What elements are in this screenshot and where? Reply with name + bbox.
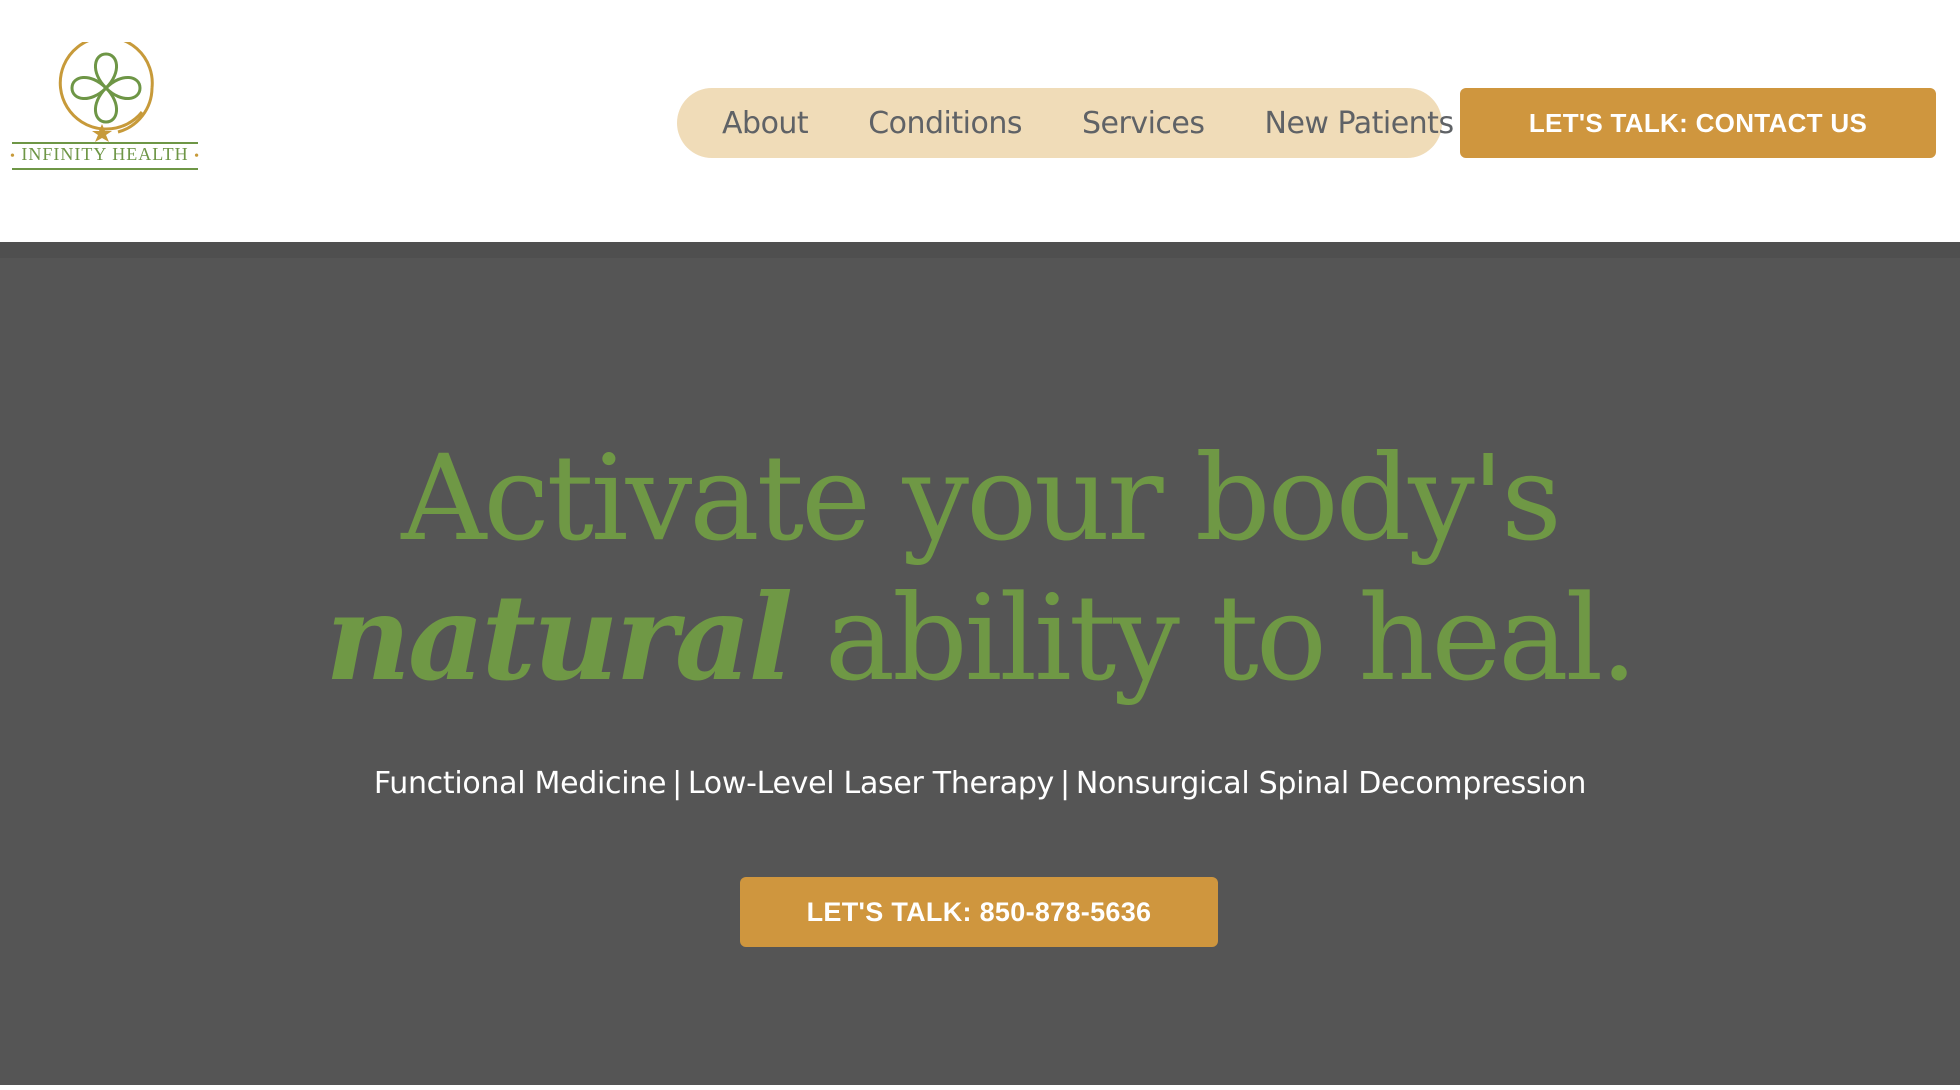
service-functional-medicine: Functional Medicine: [373, 766, 667, 801]
call-phone-button[interactable]: LET'S TALK: 850-878-5636: [740, 877, 1218, 947]
logo-wordmark: • INFINITY HEALTH •: [10, 144, 200, 164]
nav-item-about[interactable]: About: [722, 106, 809, 141]
service-separator: |: [1060, 766, 1070, 801]
hero-headline: Activate your body's natural ability to …: [0, 428, 1960, 708]
service-spinal-decompression: Nonsurgical Spinal Decompression: [1075, 766, 1587, 801]
hero-headline-line2-rest: ability to heal.: [790, 569, 1638, 707]
hero-section: Activate your body's natural ability to …: [0, 242, 1960, 1085]
site-header: • INFINITY HEALTH • About Conditions Ser…: [0, 0, 1960, 242]
logo-divider-bottom: [12, 168, 198, 170]
nav-item-services[interactable]: Services: [1082, 106, 1205, 141]
nav-item-new-patients[interactable]: New Patients: [1265, 106, 1455, 141]
main-nav: About Conditions Services New Patients: [677, 88, 1454, 158]
service-separator: |: [672, 766, 682, 801]
infinity-clover-icon: [58, 42, 154, 142]
site-logo[interactable]: • INFINITY HEALTH •: [10, 42, 202, 172]
nav-item-conditions[interactable]: Conditions: [868, 106, 1022, 141]
contact-us-button[interactable]: LET'S TALK: CONTACT US: [1460, 88, 1936, 158]
hero-headline-emphasis: natural: [325, 568, 793, 707]
hero-services-list: Functional Medicine | Low-Level Laser Ther…: [0, 766, 1960, 801]
hero-headline-line2: natural ability to heal.: [0, 568, 1960, 708]
service-laser-therapy: Low-Level Laser Therapy: [687, 766, 1055, 801]
logo-wordmark-text: INFINITY HEALTH: [21, 144, 189, 164]
hero-headline-line1: Activate your body's: [401, 429, 1562, 567]
